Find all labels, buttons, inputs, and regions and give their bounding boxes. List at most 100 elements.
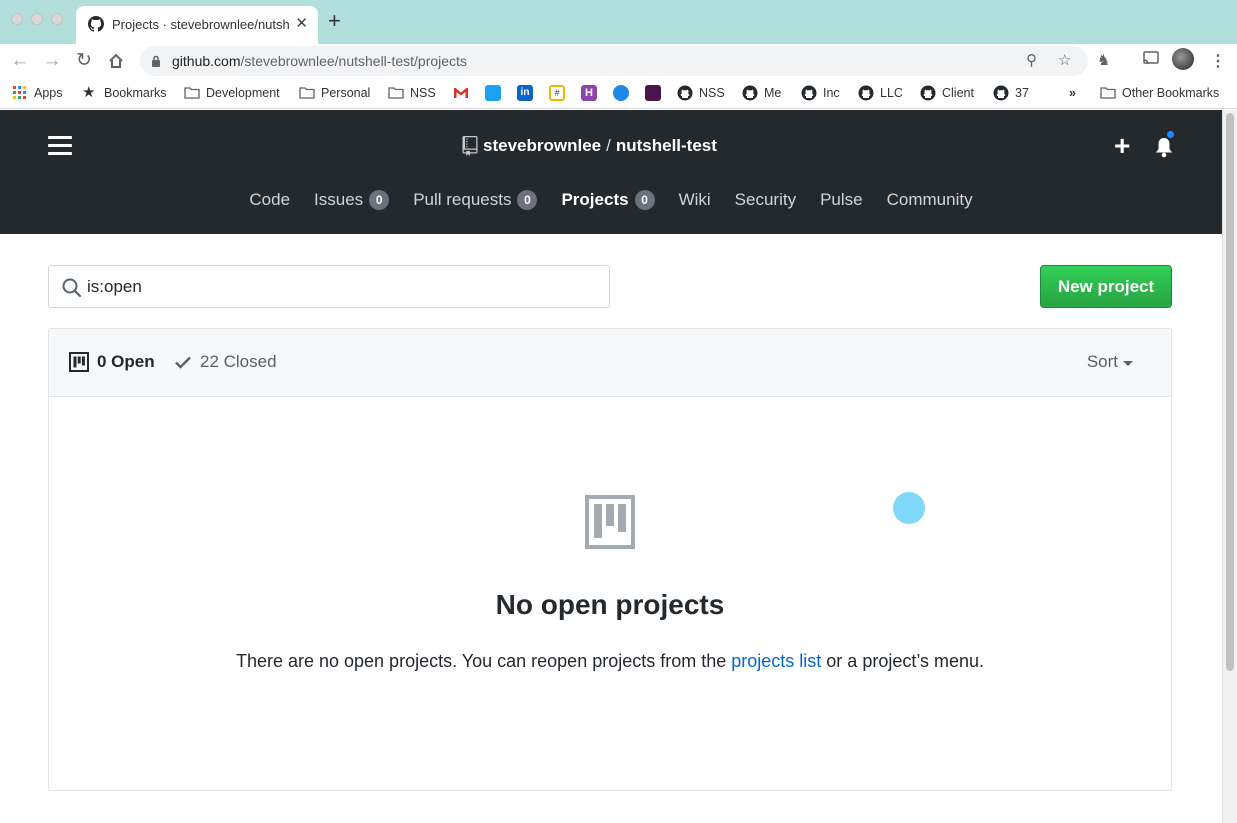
project-icon bbox=[69, 352, 89, 372]
bookmark-linkedin[interactable]: in bbox=[517, 84, 533, 102]
browser-toolbar: ← → ↻ github.com/stevebrownlee/nutshell-… bbox=[0, 44, 1237, 78]
github-icon bbox=[993, 85, 1009, 101]
folder-icon bbox=[388, 87, 404, 99]
projects-list-box: 0 Open 22 Closed Sort No open projects T… bbox=[48, 328, 1172, 791]
bookmark-inc[interactable]: Inc bbox=[801, 84, 840, 102]
star-icon[interactable]: ☆ bbox=[1058, 51, 1071, 69]
blankslate-title: No open projects bbox=[495, 589, 725, 620]
open-projects-filter[interactable]: 0 Open bbox=[69, 352, 155, 372]
tab-community[interactable]: Community bbox=[887, 190, 973, 210]
zoom-icon[interactable]: ⚲ bbox=[1026, 51, 1037, 69]
new-project-button[interactable]: New project bbox=[1040, 265, 1172, 308]
search-input[interactable] bbox=[87, 274, 587, 300]
minimize-window-button[interactable] bbox=[31, 13, 43, 25]
repo-header: stevebrownlee / nutshell-test + Code Iss… bbox=[0, 110, 1222, 234]
bookmark-nss-folder[interactable]: NSS bbox=[388, 84, 436, 102]
repo-nav: Code Issues 0 Pull requests 0 Projects 0 Wi… bbox=[0, 190, 1222, 210]
tab-close-icon[interactable]: ✕ bbox=[295, 14, 308, 32]
url-text: github.com/stevebrownlee/nutshell-test/p… bbox=[172, 53, 467, 69]
chat-icon bbox=[613, 85, 629, 101]
bookmark-chat[interactable] bbox=[613, 84, 629, 102]
tab-issues[interactable]: Issues 0 bbox=[314, 190, 390, 210]
close-window-button[interactable] bbox=[11, 13, 23, 25]
check-icon bbox=[175, 356, 191, 369]
projects-list-link[interactable]: projects list bbox=[731, 651, 821, 671]
repo-owner-link[interactable]: stevebrownlee bbox=[483, 136, 601, 156]
github-icon bbox=[920, 85, 936, 101]
bookmark-llc[interactable]: LLC bbox=[858, 84, 903, 102]
click-indicator bbox=[893, 492, 925, 524]
tab-security[interactable]: Security bbox=[735, 190, 796, 210]
hashtag-icon: # bbox=[549, 85, 565, 101]
apps-grid-icon bbox=[13, 86, 26, 99]
folder-icon bbox=[184, 87, 200, 99]
bookmark-nss-github[interactable]: NSS bbox=[677, 84, 725, 102]
back-icon[interactable]: ← bbox=[8, 49, 32, 73]
github-icon bbox=[88, 16, 104, 32]
tab-pulse[interactable]: Pulse bbox=[820, 190, 863, 210]
tab-pull-requests[interactable]: Pull requests 0 bbox=[413, 190, 538, 210]
page-scrollbar[interactable] bbox=[1222, 110, 1237, 823]
repo-name-link[interactable]: nutshell-test bbox=[616, 136, 717, 156]
reload-icon[interactable]: ↻ bbox=[72, 49, 96, 73]
issues-counter: 0 bbox=[369, 190, 390, 210]
lock-icon bbox=[152, 55, 160, 67]
more-bookmarks-button[interactable]: » bbox=[1069, 84, 1076, 102]
sort-dropdown[interactable]: Sort bbox=[1087, 352, 1133, 372]
bookmark-personal[interactable]: Personal bbox=[299, 84, 370, 102]
slack-icon bbox=[645, 85, 661, 101]
browser-titlebar: Projects · stevebrownlee/nutsh ✕ + bbox=[0, 0, 1237, 44]
new-tab-icon[interactable]: + bbox=[328, 10, 341, 32]
repo-icon bbox=[462, 136, 478, 156]
linkedin-icon: in bbox=[517, 85, 533, 101]
bookmark-other[interactable]: Other Bookmarks bbox=[1100, 84, 1219, 102]
bookmark-hashtag[interactable]: # bbox=[549, 84, 565, 102]
repo-title: stevebrownlee / nutshell-test bbox=[462, 136, 717, 156]
address-bar[interactable]: github.com/stevebrownlee/nutshell-test/p… bbox=[140, 46, 1088, 76]
bookmark-h[interactable]: H bbox=[581, 84, 597, 102]
project-search bbox=[48, 265, 610, 308]
home-icon[interactable] bbox=[104, 49, 128, 73]
tab-title: Projects · stevebrownlee/nutsh bbox=[112, 17, 290, 32]
bookmark-gmail[interactable] bbox=[453, 84, 475, 102]
menu-kebab-icon[interactable]: ⋮ bbox=[1210, 51, 1226, 71]
bookmarks-bar: Apps ★ Bookmarks Development Personal NS… bbox=[0, 78, 1237, 109]
twitter-icon bbox=[485, 85, 501, 101]
bookmark-me[interactable]: Me bbox=[742, 84, 781, 102]
github-icon bbox=[677, 85, 693, 101]
pull-requests-counter: 0 bbox=[517, 190, 538, 210]
folder-icon bbox=[299, 87, 315, 99]
maximize-window-button[interactable] bbox=[51, 13, 63, 25]
blankslate-text: There are no open projects. You can reop… bbox=[235, 651, 985, 671]
tab-code[interactable]: Code bbox=[249, 190, 290, 210]
project-board-icon bbox=[585, 495, 635, 549]
gmail-icon bbox=[454, 88, 468, 98]
bookmark-apps[interactable]: Apps bbox=[12, 84, 63, 102]
github-icon bbox=[801, 85, 817, 101]
extension-icon[interactable]: ♞ bbox=[1097, 51, 1110, 69]
folder-icon bbox=[1100, 87, 1116, 99]
hamburger-menu-icon[interactable] bbox=[48, 136, 72, 156]
projects-counter: 0 bbox=[634, 190, 655, 210]
bookmark-37[interactable]: 37 bbox=[993, 84, 1029, 102]
star-icon: ★ bbox=[82, 84, 96, 101]
bookmark-development[interactable]: Development bbox=[184, 84, 280, 102]
bookmark-client[interactable]: Client bbox=[920, 84, 974, 102]
cast-icon[interactable] bbox=[1143, 51, 1159, 69]
forward-icon[interactable]: → bbox=[40, 49, 64, 73]
search-icon bbox=[62, 278, 82, 298]
create-new-icon[interactable]: + bbox=[1114, 132, 1130, 160]
tab-wiki[interactable]: Wiki bbox=[679, 190, 711, 210]
profile-avatar[interactable] bbox=[1172, 48, 1194, 70]
scroll-thumb[interactable] bbox=[1226, 113, 1234, 671]
chevron-down-icon bbox=[1123, 360, 1133, 366]
h-icon: H bbox=[581, 85, 597, 101]
tab-projects[interactable]: Projects 0 bbox=[561, 190, 655, 210]
bookmark-slack[interactable] bbox=[645, 84, 661, 102]
bookmark-twitter[interactable] bbox=[485, 84, 501, 102]
closed-projects-filter[interactable]: 22 Closed bbox=[174, 352, 277, 372]
notification-unread-dot bbox=[1165, 129, 1176, 140]
github-icon bbox=[742, 85, 758, 101]
browser-tab[interactable]: Projects · stevebrownlee/nutsh ✕ bbox=[76, 6, 318, 44]
bookmark-bookmarks[interactable]: ★ Bookmarks bbox=[82, 84, 167, 102]
